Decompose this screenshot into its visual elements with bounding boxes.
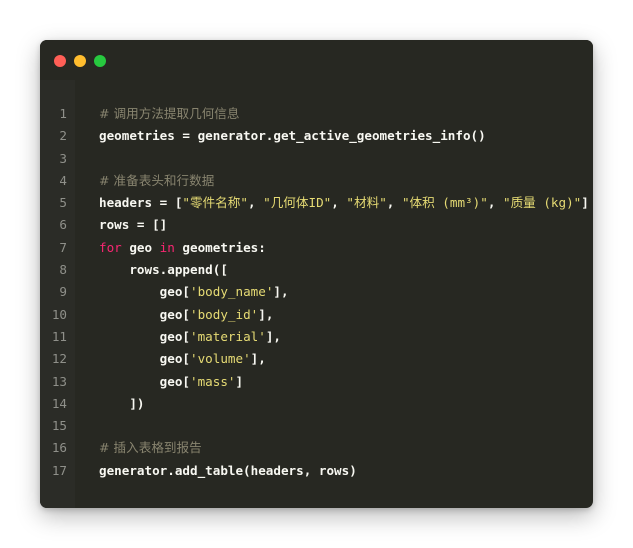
string-literal: "几何体ID" bbox=[263, 195, 332, 211]
string-literal: 'mass' bbox=[190, 373, 236, 389]
code-line[interactable]: 15 bbox=[40, 415, 593, 437]
code-line[interactable]: 16 # 插入表格到报告 bbox=[40, 437, 593, 459]
window-titlebar bbox=[40, 40, 593, 80]
code-content: rows = [] bbox=[99, 214, 167, 236]
comment: # 插入表格到报告 bbox=[99, 440, 202, 456]
code-line[interactable]: 13 geo['mass'] bbox=[40, 371, 593, 393]
line-number: 17 bbox=[51, 462, 67, 478]
code-text: geo[ bbox=[99, 373, 190, 389]
comment: # 准备表头和行数据 bbox=[99, 172, 215, 188]
code-content: geo['mass'] bbox=[99, 371, 243, 393]
line-number: 7 bbox=[59, 239, 67, 255]
code-content: for geo in geometries: bbox=[99, 237, 266, 259]
code-line[interactable]: 2 geometries = generator.get_active_geome… bbox=[40, 125, 593, 147]
line-number: 4 bbox=[59, 172, 67, 188]
code-line[interactable]: 14 ]) bbox=[40, 393, 593, 415]
code-text: ]) bbox=[99, 395, 145, 411]
code-line[interactable]: 3 bbox=[40, 148, 593, 170]
code-content: geo['material'], bbox=[99, 326, 281, 348]
line-number: 9 bbox=[59, 284, 67, 300]
code-window: 1 # 调用方法提取几何信息 2 geometries = generator.get… bbox=[40, 40, 593, 508]
code-content: headers = ["零件名称", "几何体ID", "材料", "体积 (m… bbox=[99, 192, 589, 214]
code-line[interactable]: 12 geo['volume'], bbox=[40, 348, 593, 370]
code-line[interactable]: 5 headers = ["零件名称", "几何体ID", "材料", "体积 (… bbox=[40, 192, 593, 214]
keyword: in bbox=[159, 239, 175, 255]
code-text: ] bbox=[235, 373, 244, 389]
line-number: 12 bbox=[51, 351, 67, 367]
line-number: 8 bbox=[59, 262, 67, 278]
close-window-button[interactable] bbox=[54, 55, 66, 67]
line-number: 3 bbox=[59, 150, 67, 166]
line-number: 14 bbox=[51, 395, 67, 411]
code-text: ], bbox=[273, 284, 289, 300]
code-text: geometries: bbox=[174, 239, 266, 255]
code-line[interactable]: 17 generator.add_table(headers, rows) bbox=[40, 460, 593, 482]
code-text: ], bbox=[258, 306, 274, 322]
code-line[interactable]: 11 geo['material'], bbox=[40, 326, 593, 348]
code-line[interactable]: 6 rows = [] bbox=[40, 214, 593, 236]
string-literal: 'body_name' bbox=[190, 284, 274, 300]
line-number: 6 bbox=[59, 217, 67, 233]
code-text: , bbox=[386, 195, 402, 211]
code-line[interactable]: 7 for geo in geometries: bbox=[40, 237, 593, 259]
string-literal: 'body_id' bbox=[190, 306, 259, 322]
code-text: geo[ bbox=[99, 306, 190, 322]
code-text: ] bbox=[581, 195, 589, 211]
code-text: ], bbox=[250, 351, 266, 367]
code-text: , bbox=[331, 195, 347, 211]
code-text: geo bbox=[121, 239, 160, 255]
code-text: rows.append([ bbox=[99, 262, 228, 278]
minimize-window-button[interactable] bbox=[74, 55, 86, 67]
code-text: geo[ bbox=[99, 284, 190, 300]
string-literal: 'volume' bbox=[190, 351, 251, 367]
string-literal: 'material' bbox=[190, 328, 266, 344]
line-number: 16 bbox=[51, 440, 67, 456]
code-line[interactable]: 8 rows.append([ bbox=[40, 259, 593, 281]
code-text: , bbox=[487, 195, 503, 211]
code-content: geo['body_id'], bbox=[99, 304, 274, 326]
line-number: 2 bbox=[59, 128, 67, 144]
code-content: # 调用方法提取几何信息 bbox=[99, 103, 240, 125]
code-text: geometries = generator.get_active_geomet… bbox=[99, 128, 486, 144]
code-line[interactable]: 9 geo['body_name'], bbox=[40, 281, 593, 303]
code-line[interactable]: 10 geo['body_id'], bbox=[40, 304, 593, 326]
code-text: geo[ bbox=[99, 328, 190, 344]
code-content: geo['body_name'], bbox=[99, 281, 289, 303]
code-text: , bbox=[247, 195, 264, 211]
string-literal: "零件名称" bbox=[182, 195, 248, 211]
code-content: generator.add_table(headers, rows) bbox=[99, 460, 357, 482]
code-text: rows = [] bbox=[99, 217, 168, 233]
string-literal: "材料" bbox=[346, 195, 387, 211]
line-number: 13 bbox=[51, 373, 67, 389]
code-content: # 插入表格到报告 bbox=[99, 437, 202, 459]
code-line[interactable]: 4 # 准备表头和行数据 bbox=[40, 170, 593, 192]
code-content: rows.append([ bbox=[99, 259, 228, 281]
code-text: geo[ bbox=[99, 351, 190, 367]
line-number: 1 bbox=[59, 106, 67, 121]
line-number: 10 bbox=[51, 306, 67, 322]
code-line[interactable]: 1 # 调用方法提取几何信息 bbox=[40, 103, 593, 125]
string-literal: "体积 (mm³)" bbox=[401, 195, 488, 211]
line-number: 15 bbox=[51, 418, 67, 434]
comment: # 调用方法提取几何信息 bbox=[99, 106, 240, 121]
keyword: for bbox=[99, 239, 122, 255]
code-content: # 准备表头和行数据 bbox=[99, 170, 214, 192]
code-editor[interactable]: 1 # 调用方法提取几何信息 2 geometries = generator.get… bbox=[40, 103, 593, 482]
code-text: ], bbox=[265, 328, 281, 344]
line-number: 5 bbox=[59, 195, 67, 211]
line-number: 11 bbox=[51, 328, 67, 344]
maximize-window-button[interactable] bbox=[94, 55, 106, 67]
code-content: geo['volume'], bbox=[99, 348, 266, 370]
string-literal: "质量 (kg)" bbox=[502, 195, 582, 211]
code-text: generator.add_table(headers, rows) bbox=[99, 462, 357, 478]
code-text: headers = [ bbox=[99, 195, 183, 211]
code-content: ]) bbox=[99, 393, 145, 415]
code-content: geometries = generator.get_active_geomet… bbox=[99, 125, 486, 147]
